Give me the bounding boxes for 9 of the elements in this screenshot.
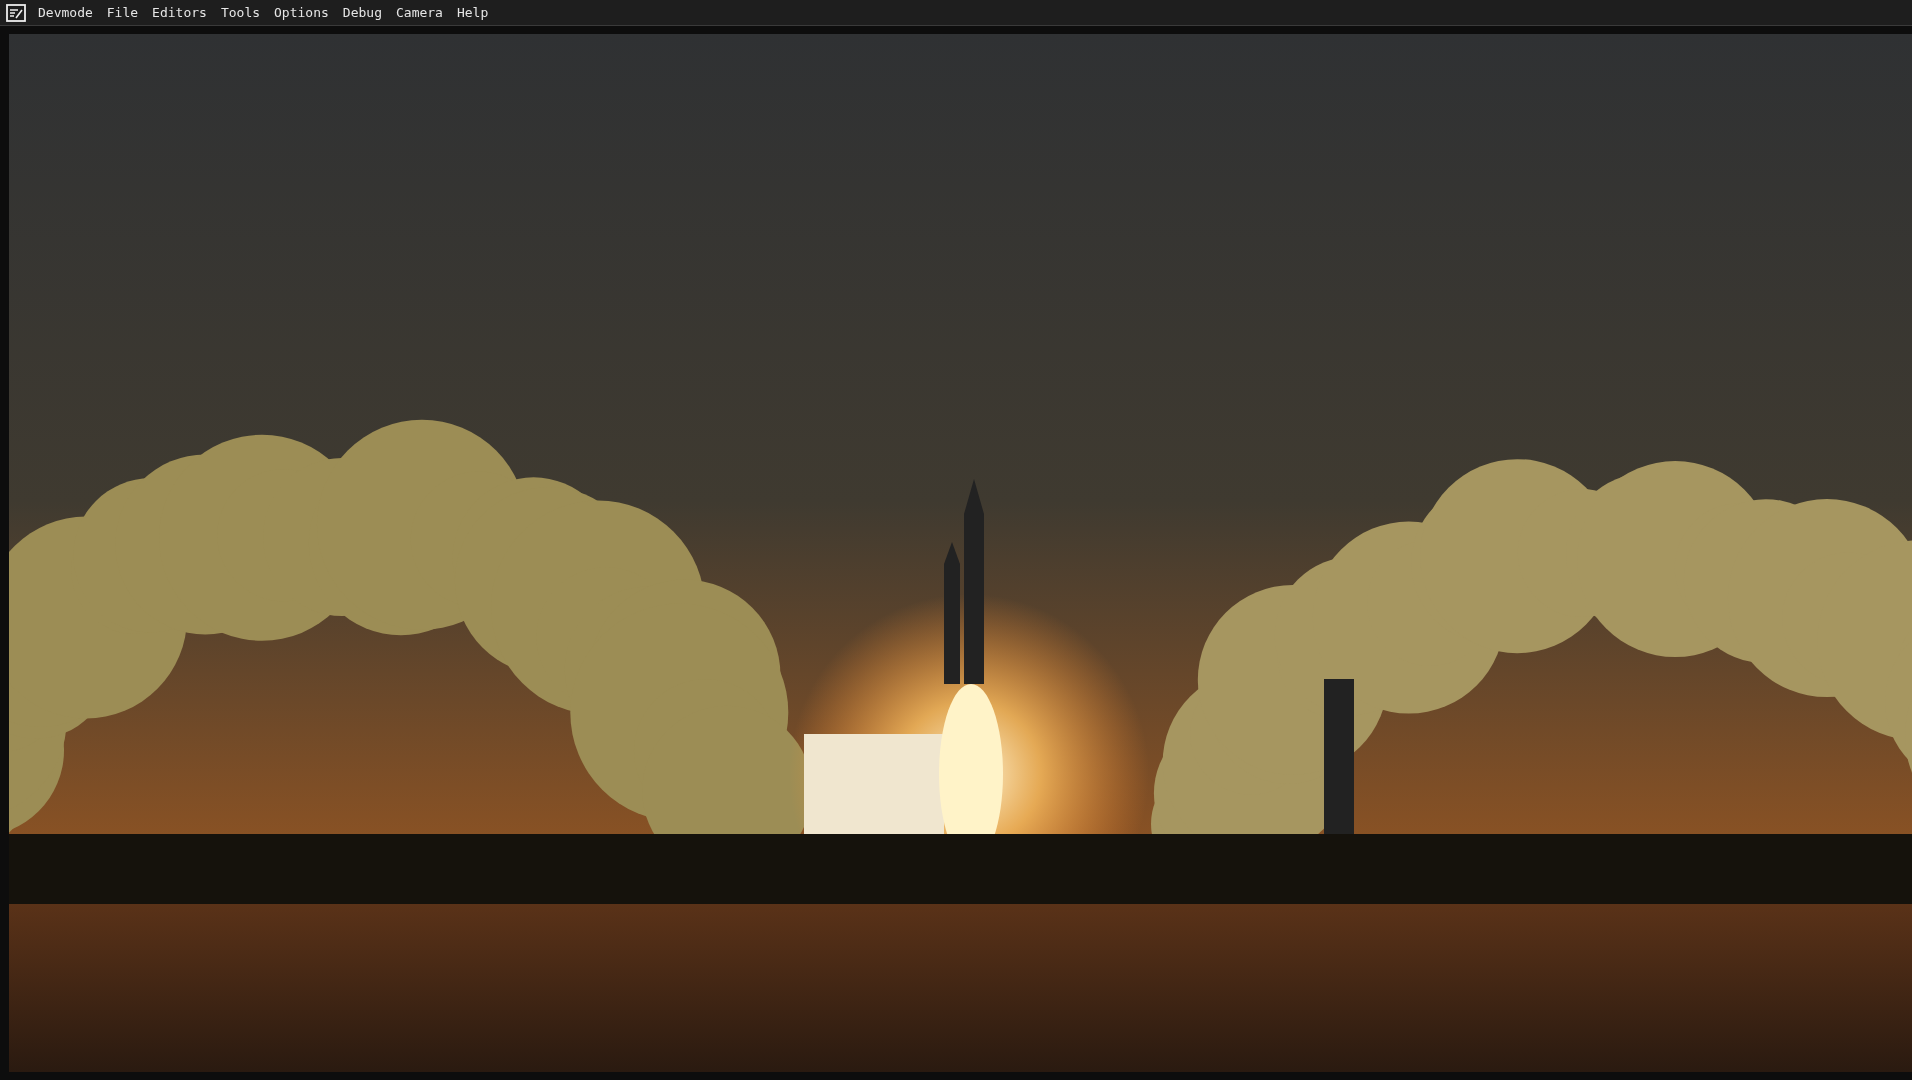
menu-item[interactable]: Devmode bbox=[32, 2, 99, 23]
menu-item[interactable]: File bbox=[100, 2, 145, 23]
app-logo-icon[interactable] bbox=[6, 3, 26, 22]
menu-item[interactable]: Options bbox=[268, 2, 335, 23]
menu-item[interactable]: Debug bbox=[336, 2, 388, 23]
menu-item[interactable]: Tools bbox=[214, 2, 267, 23]
menu-item[interactable]: Editors bbox=[146, 2, 213, 23]
menu-item[interactable]: Camera bbox=[390, 2, 449, 23]
menu-item[interactable]: Help bbox=[450, 2, 495, 23]
